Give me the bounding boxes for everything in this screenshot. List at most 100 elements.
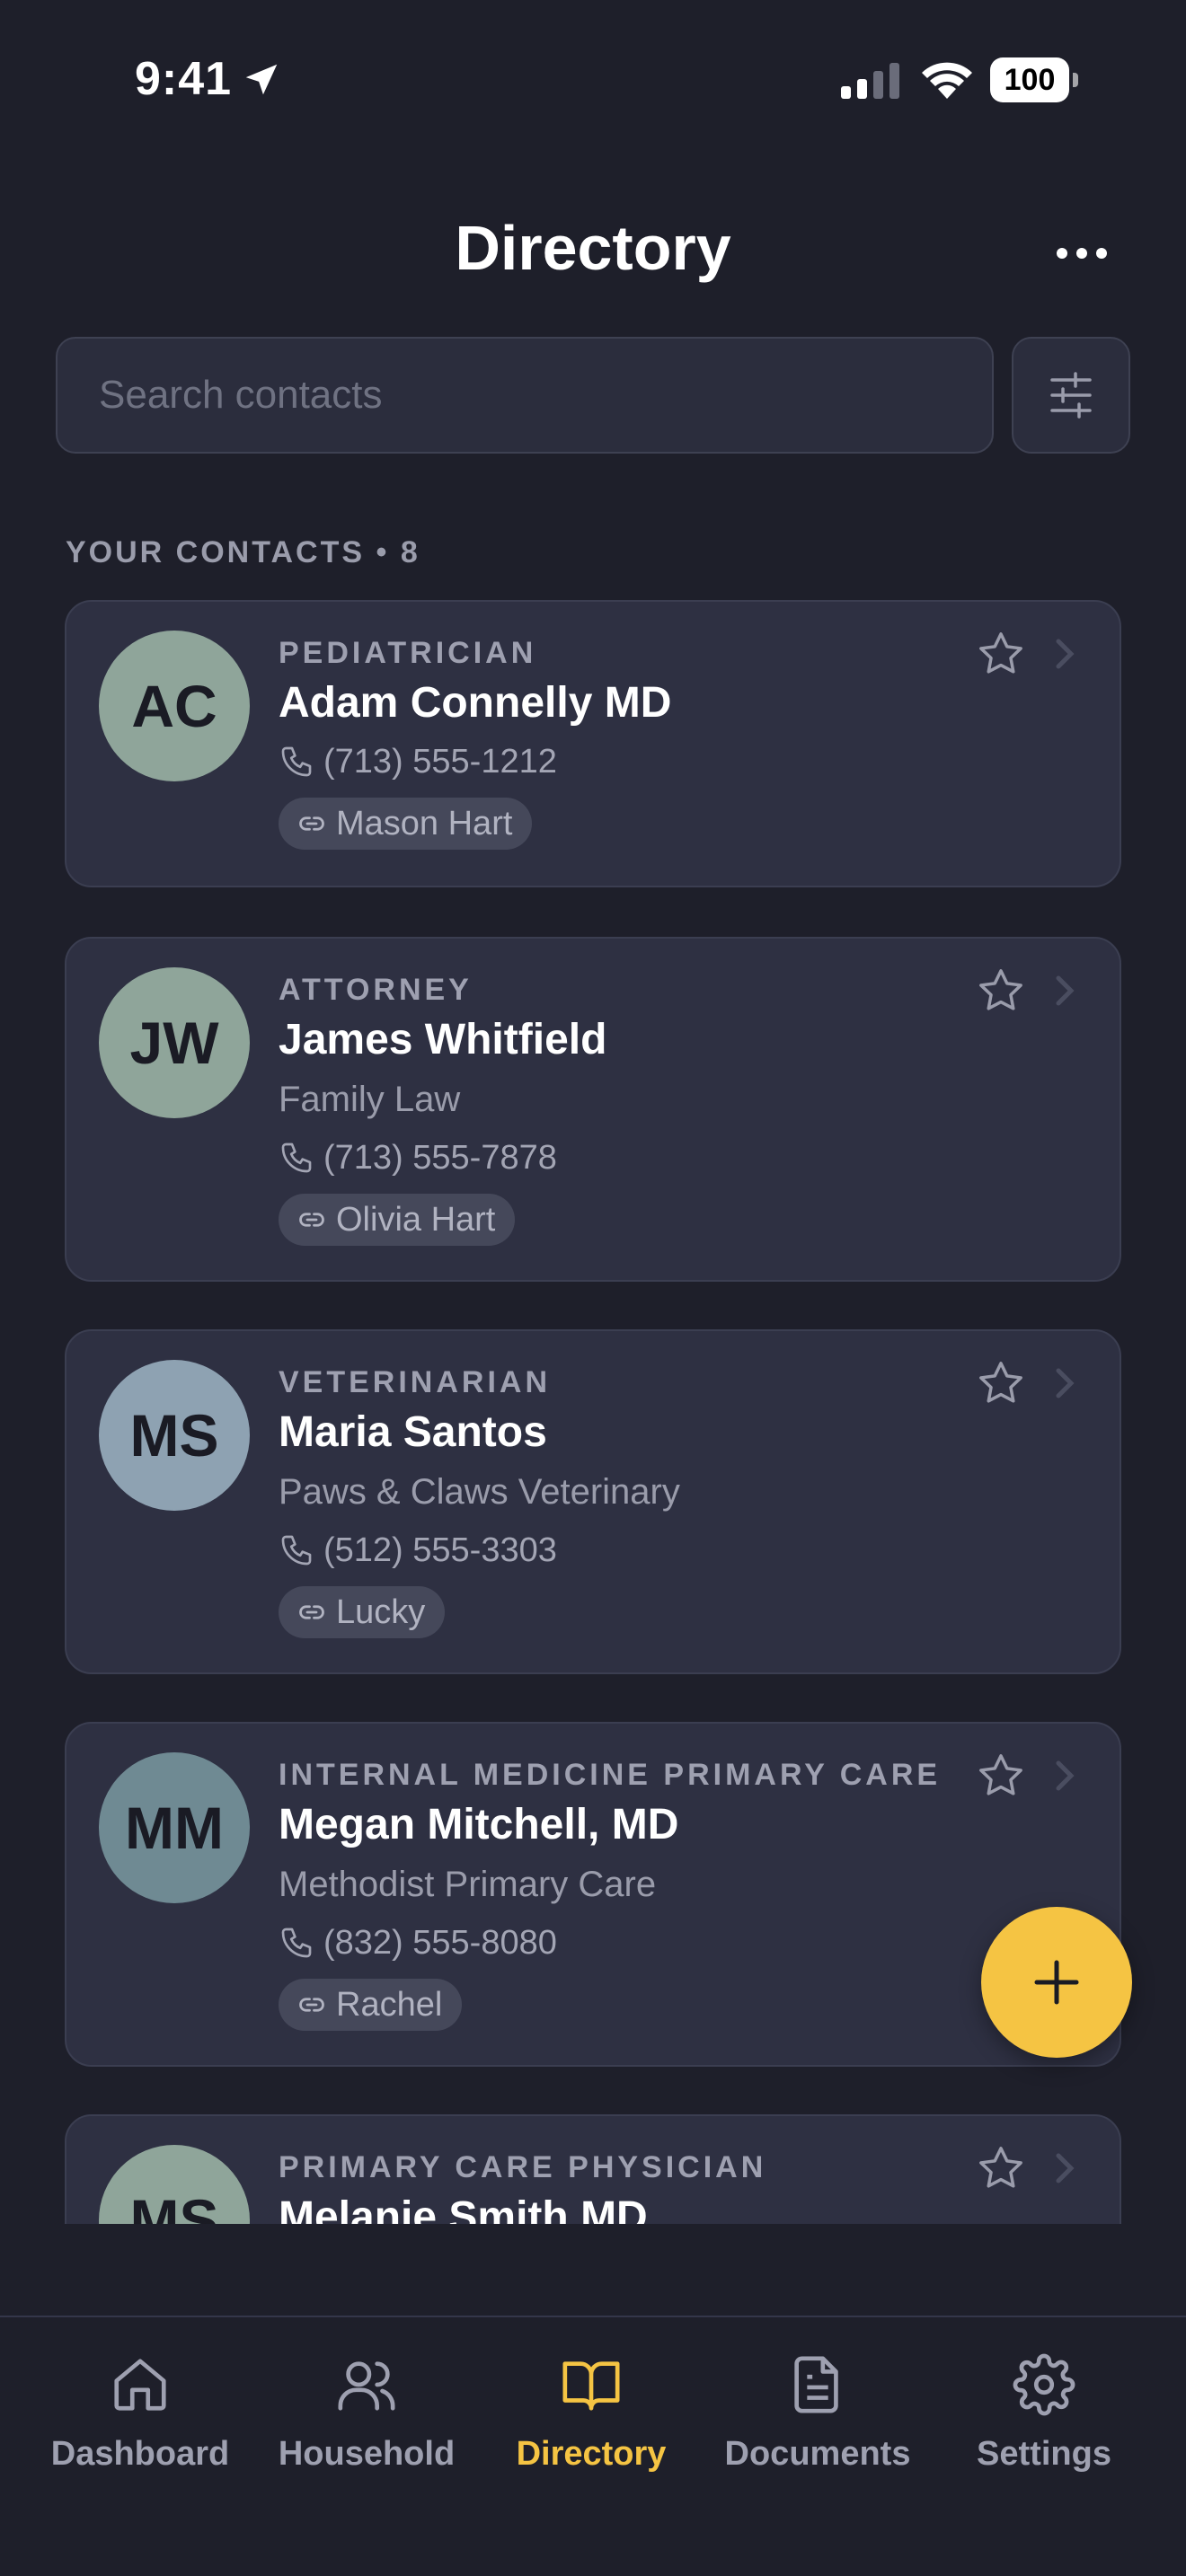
avatar-initials: MM xyxy=(125,1795,224,1861)
contact-card[interactable]: JW ATTORNEY James Whitfield Family Law (… xyxy=(65,937,1121,1282)
contact-role: PEDIATRICIAN xyxy=(279,636,537,670)
avatar: AC xyxy=(99,631,250,781)
link-icon xyxy=(299,816,324,831)
contact-card[interactable]: MS PRIMARY CARE PHYSICIAN Melanie Smith … xyxy=(65,2114,1121,2224)
tab-settings[interactable]: Settings xyxy=(936,2353,1152,2474)
contact-name: Megan Mitchell, MD xyxy=(279,1801,679,1848)
tab-household[interactable]: Household xyxy=(259,2353,474,2474)
linked-member-name: Olivia Hart xyxy=(336,1200,496,1239)
contact-organization: Paws & Claws Veterinary xyxy=(279,1472,680,1512)
cellular-signal-icon xyxy=(841,63,899,99)
contact-list: AC PEDIATRICIAN Adam Connelly MD (713) 5… xyxy=(65,600,1121,2224)
sliders-icon xyxy=(1050,372,1092,419)
phone-icon xyxy=(281,1535,312,1566)
avatar: MM xyxy=(99,1752,250,1903)
chevron-right-icon xyxy=(1056,1368,1075,1398)
linked-member-tag[interactable]: Olivia Hart xyxy=(279,1194,516,1246)
bottom-tab-bar: Dashboard Household Directory Documents … xyxy=(0,2316,1186,2576)
contact-phone-row[interactable]: (832) 555-8080 xyxy=(279,1914,1084,1972)
link-icon xyxy=(299,1998,324,2012)
more-options-button[interactable] xyxy=(1057,235,1107,271)
battery-nub xyxy=(1073,73,1078,87)
linked-member-name: Rachel xyxy=(336,1985,443,2024)
tab-label: Settings xyxy=(977,2435,1111,2473)
filter-button[interactable] xyxy=(1012,337,1130,454)
users-icon xyxy=(338,2361,395,2411)
link-icon xyxy=(299,1605,324,1619)
tab-directory[interactable]: Directory xyxy=(483,2353,699,2474)
contact-phone-row[interactable]: (512) 555-3303 xyxy=(279,1522,1084,1579)
tab-dashboard[interactable]: Dashboard xyxy=(32,2353,248,2474)
favorite-star-icon[interactable] xyxy=(976,966,1026,1016)
favorite-star-icon[interactable] xyxy=(976,629,1026,679)
favorite-star-icon[interactable] xyxy=(976,1358,1026,1408)
contact-name: Adam Connelly MD xyxy=(279,679,672,727)
contact-card[interactable]: MS VETERINARIAN Maria Santos Paws & Claw… xyxy=(65,1329,1121,1674)
contact-phone: (832) 555-8080 xyxy=(323,1923,557,1962)
tab-label: Documents xyxy=(724,2435,911,2473)
tab-documents[interactable]: Documents xyxy=(710,2353,925,2474)
contacts-section-label: YOUR CONTACTS • 8 xyxy=(66,535,420,569)
linked-member-name: Lucky xyxy=(336,1592,426,1631)
contact-organization: Methodist Primary Care xyxy=(279,1865,657,1904)
contact-name: James Whitfield xyxy=(279,1016,607,1063)
contact-phone: (512) 555-3303 xyxy=(323,1531,557,1569)
linked-member-name: Mason Hart xyxy=(336,804,513,842)
contact-role: INTERNAL MEDICINE PRIMARY CARE xyxy=(279,1758,942,1792)
contact-phone: (713) 555-7878 xyxy=(323,1138,557,1177)
more-dot xyxy=(1096,248,1107,259)
contact-phone-row[interactable]: (713) 555-7878 xyxy=(279,1129,1084,1187)
avatar-initials: AC xyxy=(131,673,217,739)
status-bar: 9:41 100 xyxy=(0,0,1186,162)
page-title: Directory xyxy=(455,213,731,283)
linked-member-tag[interactable]: Lucky xyxy=(279,1586,446,1638)
avatar: MS xyxy=(99,1360,250,1511)
chevron-right-icon xyxy=(1056,2153,1075,2183)
phone-icon xyxy=(281,746,312,777)
avatar-initials: MS xyxy=(129,2187,219,2224)
contact-role: PRIMARY CARE PHYSICIAN xyxy=(279,2150,767,2184)
contact-organization: Family Law xyxy=(279,1080,461,1119)
book-open-icon xyxy=(562,2361,620,2411)
favorite-star-icon[interactable] xyxy=(976,1751,1026,1801)
home-icon xyxy=(114,2359,166,2411)
phone-icon xyxy=(281,1928,312,1958)
search-bar[interactable] xyxy=(56,337,994,454)
search-input[interactable] xyxy=(99,373,992,418)
phone-icon xyxy=(281,1142,312,1173)
chevron-right-icon xyxy=(1056,639,1075,669)
contact-phone: (713) 555-1212 xyxy=(323,742,557,781)
add-contact-button[interactable] xyxy=(981,1907,1132,2058)
directory-screen: 9:41 100 Directory YO xyxy=(0,0,1186,2576)
plus-icon xyxy=(1034,1960,1079,2005)
contact-name: Maria Santos xyxy=(279,1408,547,1456)
tab-label: Household xyxy=(278,2435,456,2473)
chevron-right-icon xyxy=(1056,975,1075,1006)
contact-phone-row[interactable]: (713) 555-1212 xyxy=(279,733,1084,790)
avatar: JW xyxy=(99,967,250,1118)
linked-member-tag[interactable]: Rachel xyxy=(279,1979,463,2031)
document-icon xyxy=(794,2356,838,2413)
contact-role: ATTORNEY xyxy=(279,973,473,1007)
chevron-right-icon xyxy=(1056,1760,1075,1791)
more-dot xyxy=(1057,248,1067,259)
linked-member-tag[interactable]: Mason Hart xyxy=(279,798,533,850)
contact-role: VETERINARIAN xyxy=(279,1365,552,1399)
status-time: 9:41 xyxy=(135,53,233,105)
wifi-icon xyxy=(922,62,972,99)
contact-name: Melanie Smith MD xyxy=(279,2193,648,2224)
gear-icon xyxy=(1013,2353,1075,2416)
avatar: MS xyxy=(99,2145,250,2224)
avatar-initials: JW xyxy=(129,1010,219,1076)
contact-card[interactable]: MM INTERNAL MEDICINE PRIMARY CARE Megan … xyxy=(65,1722,1121,2067)
avatar-initials: MS xyxy=(129,1402,219,1469)
battery-level: 100 xyxy=(990,57,1069,102)
more-dot xyxy=(1076,248,1087,259)
link-icon xyxy=(299,1213,324,1227)
tab-label: Directory xyxy=(516,2435,667,2473)
battery-indicator: 100 xyxy=(990,57,1080,102)
contact-card[interactable]: AC PEDIATRICIAN Adam Connelly MD (713) 5… xyxy=(65,600,1121,887)
favorite-star-icon[interactable] xyxy=(976,2143,1026,2193)
location-arrow-icon xyxy=(245,64,278,95)
tab-label: Dashboard xyxy=(50,2435,230,2473)
